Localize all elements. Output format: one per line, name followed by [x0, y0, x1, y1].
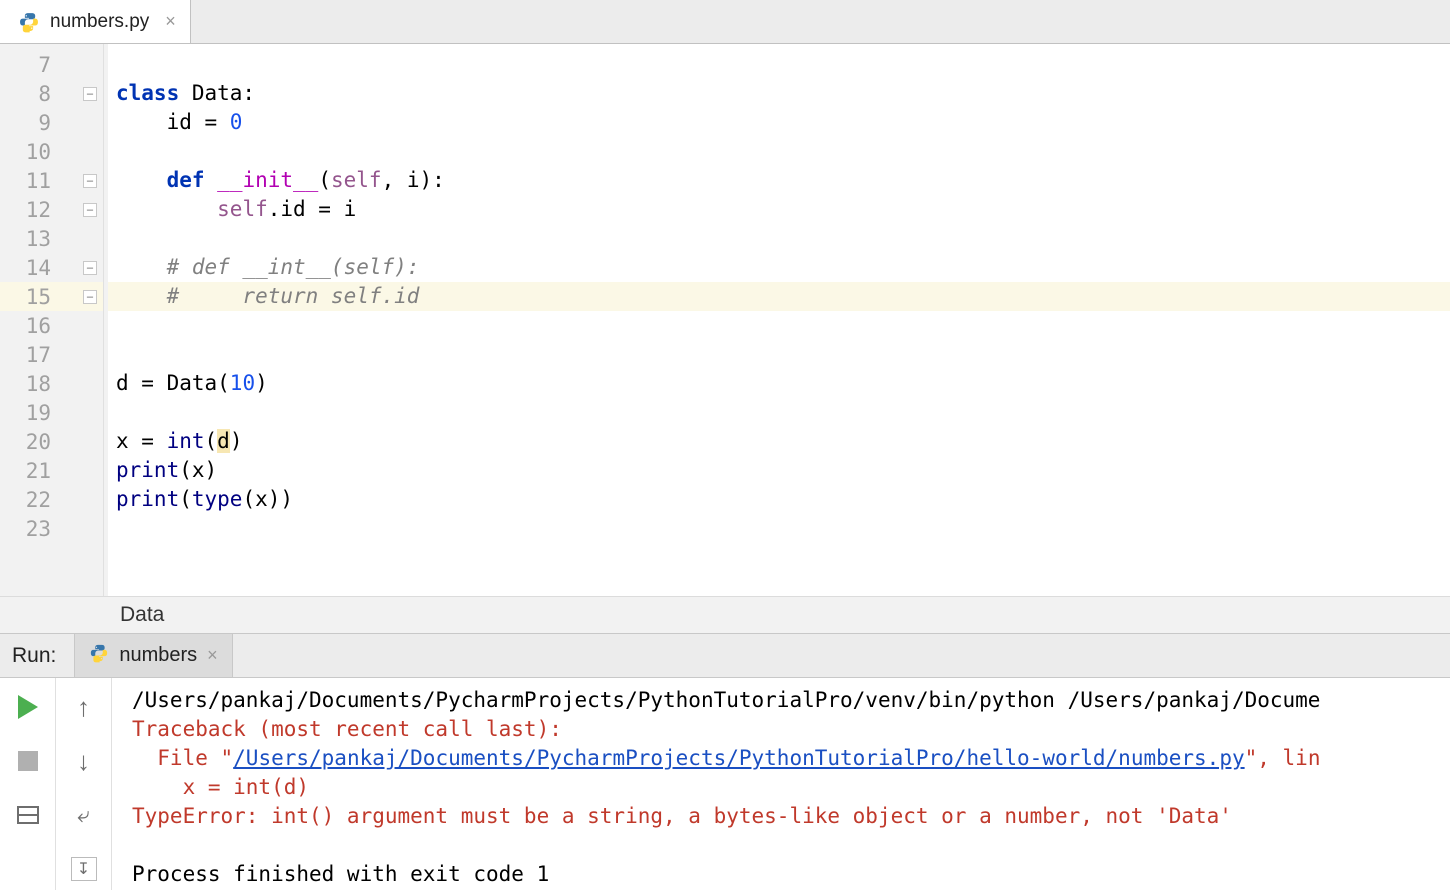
- code-line: print(type(x)): [108, 485, 1450, 514]
- code-line: id = 0: [108, 108, 1450, 137]
- soft-wrap-button[interactable]: ⤶: [69, 800, 99, 830]
- fold-icon[interactable]: −: [83, 87, 97, 101]
- close-icon[interactable]: ×: [165, 11, 176, 32]
- code-line: # def __int__(self):: [108, 253, 1450, 282]
- line-number: 21: [0, 456, 103, 485]
- code-line: print(x): [108, 456, 1450, 485]
- breadcrumb[interactable]: Data: [0, 596, 1450, 634]
- traceback-error: TypeError: int() argument must be a stri…: [132, 804, 1232, 828]
- code-line: [108, 311, 1450, 340]
- line-number: 10: [0, 137, 103, 166]
- python-file-icon: [89, 643, 109, 669]
- traceback-file-suffix: ", lin: [1245, 746, 1321, 770]
- code-line: def __init__(self, i):: [108, 166, 1450, 195]
- scroll-down-button[interactable]: ↓: [69, 746, 99, 776]
- fold-icon[interactable]: −: [83, 290, 97, 304]
- code-line: [108, 398, 1450, 427]
- stop-icon: [18, 751, 38, 771]
- breadcrumb-segment[interactable]: Data: [120, 603, 164, 627]
- arrow-up-icon: ↑: [77, 694, 90, 720]
- run-panel-header: Run: numbers ×: [0, 634, 1450, 678]
- line-number: 13: [0, 224, 103, 253]
- code-line: [108, 514, 1450, 543]
- code-line: d = Data(10): [108, 369, 1450, 398]
- scroll-up-button[interactable]: ↑: [69, 692, 99, 722]
- scroll-end-icon: ↧: [71, 857, 97, 881]
- layout-icon: [17, 806, 39, 824]
- line-number: 15−: [0, 282, 103, 311]
- line-number: 9: [0, 108, 103, 137]
- line-number: 7: [0, 50, 103, 79]
- line-number: 16: [0, 311, 103, 340]
- fold-icon[interactable]: −: [83, 174, 97, 188]
- line-number: 23: [0, 514, 103, 543]
- console-output[interactable]: /Users/pankaj/Documents/PycharmProjects/…: [112, 678, 1450, 890]
- fold-icon[interactable]: −: [83, 203, 97, 217]
- run-panel: ↑ ↓ ⤶ ↧ /Users/pankaj/Documents/PycharmP…: [0, 678, 1450, 890]
- traceback-source: x = int(d): [132, 775, 309, 799]
- rerun-button[interactable]: [13, 692, 43, 722]
- run-config-name: numbers: [119, 644, 197, 667]
- play-icon: [18, 695, 38, 719]
- line-number: 22: [0, 485, 103, 514]
- arrow-down-icon: ↓: [77, 748, 90, 774]
- run-config-tab[interactable]: numbers ×: [74, 634, 232, 677]
- python-file-icon: [18, 11, 40, 33]
- code-editor[interactable]: class Data: id = 0 def __init__(self, i)…: [104, 44, 1450, 596]
- traceback-file-prefix: File ": [132, 746, 233, 770]
- soft-wrap-icon: ⤶: [77, 802, 89, 828]
- run-toolbar-left: [0, 678, 56, 890]
- close-icon[interactable]: ×: [207, 645, 218, 666]
- editor-tab-numbers[interactable]: numbers.py ×: [0, 0, 191, 43]
- line-number: 14−: [0, 253, 103, 282]
- line-number: 20: [0, 427, 103, 456]
- line-number: 8−: [0, 79, 103, 108]
- code-line: x = int(d): [108, 427, 1450, 456]
- traceback-header: Traceback (most recent call last):: [132, 717, 562, 741]
- console-command: /Users/pankaj/Documents/PycharmProjects/…: [132, 688, 1320, 712]
- tab-filename: numbers.py: [50, 11, 149, 33]
- layout-button[interactable]: [13, 800, 43, 830]
- code-line: [108, 340, 1450, 369]
- line-number-gutter: 7 8− 9 10 11− 12− 13 14− 15− 16 17 18 19…: [0, 44, 104, 596]
- fold-icon[interactable]: −: [83, 261, 97, 275]
- code-line-current: # return self.id: [108, 282, 1450, 311]
- code-line: class Data:: [108, 79, 1450, 108]
- editor-tab-bar: numbers.py ×: [0, 0, 1450, 44]
- line-number: 19: [0, 398, 103, 427]
- line-number: 17: [0, 340, 103, 369]
- code-line: self.id = i: [108, 195, 1450, 224]
- run-label: Run:: [0, 644, 74, 668]
- stop-button[interactable]: [13, 746, 43, 776]
- code-line: [108, 224, 1450, 253]
- line-number: 12−: [0, 195, 103, 224]
- code-line: [108, 50, 1450, 79]
- run-toolbar-secondary: ↑ ↓ ⤶ ↧: [56, 678, 112, 890]
- scroll-to-end-button[interactable]: ↧: [69, 854, 99, 884]
- code-line: [108, 137, 1450, 166]
- traceback-file-link[interactable]: /Users/pankaj/Documents/PycharmProjects/…: [233, 746, 1244, 770]
- editor-area: 7 8− 9 10 11− 12− 13 14− 15− 16 17 18 19…: [0, 44, 1450, 596]
- line-number: 11−: [0, 166, 103, 195]
- process-exit: Process finished with exit code 1: [132, 862, 549, 886]
- line-number: 18: [0, 369, 103, 398]
